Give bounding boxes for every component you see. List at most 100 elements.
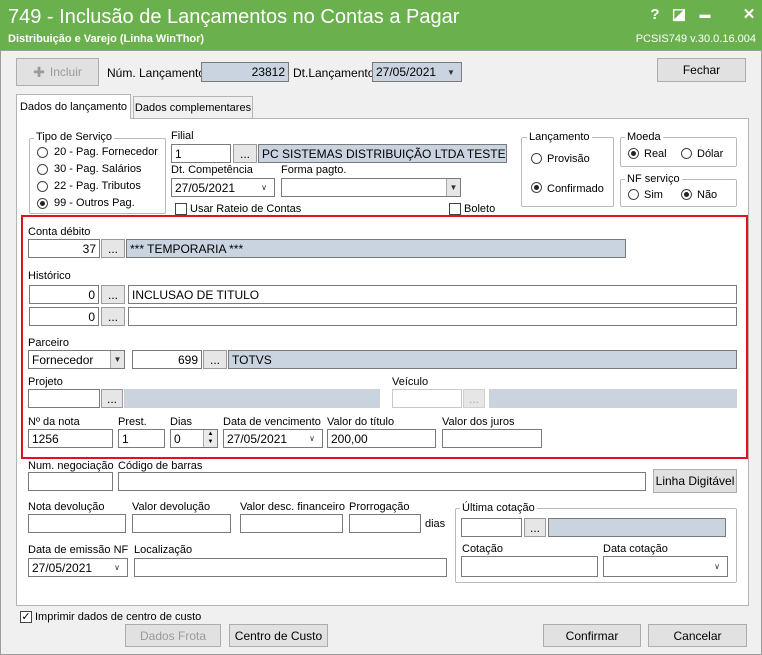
version-label: PCSIS749 v.30.0.16.004 — [635, 33, 756, 45]
parceiro-code-input[interactable]: 699 — [132, 350, 202, 369]
cotacao-input[interactable] — [461, 556, 598, 577]
projeto-label: Projeto — [28, 376, 63, 388]
provisao-label: Provisão — [547, 153, 590, 165]
imprimir-label: Imprimir dados de centro de custo — [35, 611, 202, 623]
dt-lancamento-value: 27/05/2021 — [376, 65, 437, 79]
tab-dados-complementares[interactable]: Dados complementares — [133, 96, 253, 118]
ultima-cotacao-name-field — [548, 518, 726, 537]
veiculo-label: Veículo — [392, 376, 429, 388]
dados-frota-button[interactable]: Dados Frota — [125, 624, 221, 647]
dias-spinner[interactable]: 0 ▲ ▼ — [170, 429, 218, 448]
confirmar-button[interactable]: Confirmar — [543, 624, 641, 647]
conta-debito-name-field: *** TEMPORARIA *** — [126, 239, 626, 258]
codigo-barras-input[interactable] — [118, 472, 646, 491]
data-emissao-input[interactable]: 27/05/2021 ∨ — [28, 558, 128, 577]
valor-devolucao-input[interactable] — [132, 514, 231, 533]
forma-pagto-label: Forma pagto. — [281, 164, 347, 176]
radio-confirmado[interactable] — [531, 182, 542, 193]
historico-lookup-button-1[interactable]: ... — [101, 285, 125, 304]
radio-nf-nao[interactable] — [681, 189, 692, 200]
historico-lookup-button-2[interactable]: ... — [101, 307, 125, 326]
historico-label: Histórico — [28, 270, 71, 282]
boleto-checkbox[interactable] — [449, 203, 461, 215]
data-cotacao-input[interactable]: ∨ — [603, 556, 728, 577]
minimize-icon[interactable]: ▬ — [694, 5, 716, 25]
chevron-down-icon: ▼ — [446, 179, 460, 196]
forma-pagto-select[interactable]: ▼ — [281, 178, 461, 197]
conta-debito-label: Conta débito — [28, 226, 91, 238]
data-emissao-label: Data de emissão NF — [28, 544, 129, 556]
parceiro-type-select[interactable]: Fornecedor ▼ — [28, 350, 125, 369]
cancelar-button[interactable]: Cancelar — [648, 624, 747, 647]
projeto-code-input[interactable] — [28, 389, 100, 408]
radio-tipo-99[interactable] — [37, 198, 48, 209]
nota-devolucao-input[interactable] — [28, 514, 126, 533]
valor-juros-input[interactable] — [442, 429, 542, 448]
imprimir-checkbox[interactable]: ✓ — [20, 611, 32, 623]
veiculo-code-input[interactable] — [392, 389, 462, 408]
prest-label: Prest. — [118, 416, 147, 428]
prest-input[interactable]: 1 — [118, 429, 165, 448]
close-icon[interactable]: ✕ — [738, 5, 760, 25]
tipo-99-label: 99 - Outros Pag. — [54, 197, 135, 209]
dt-competencia-input[interactable]: 27/05/2021 ∨ — [171, 178, 275, 197]
veiculo-lookup-button[interactable]: ... — [463, 389, 485, 408]
nota-devolucao-label: Nota devolução — [28, 501, 105, 513]
tipo-servico-label: Tipo de Serviço — [34, 131, 115, 143]
incluir-button[interactable]: ✚ Incluir — [16, 58, 99, 86]
filial-code-input[interactable]: 1 — [171, 144, 231, 163]
historico-code-input-2[interactable]: 0 — [29, 307, 99, 326]
help-icon[interactable]: ? — [644, 5, 666, 25]
data-emissao-value: 27/05/2021 — [32, 560, 93, 575]
prorrogacao-input[interactable] — [349, 514, 421, 533]
num-negociacao-label: Num. negociação — [28, 460, 114, 472]
valor-titulo-input[interactable]: 200,00 — [327, 429, 436, 448]
historico-code-input-1[interactable]: 0 — [29, 285, 99, 304]
tab-dados-lancamento[interactable]: Dados do lançamento — [16, 94, 131, 119]
parceiro-lookup-button[interactable]: ... — [203, 350, 227, 369]
filial-lookup-button[interactable]: ... — [233, 144, 257, 163]
linha-digitavel-button[interactable]: Linha Digitável — [653, 469, 737, 493]
radio-tipo-30[interactable] — [37, 164, 48, 175]
codigo-barras-label: Código de barras — [118, 460, 203, 472]
dias-suffix-label: dias — [425, 518, 446, 530]
num-lancamento-label: Núm. Lançamento — [107, 66, 206, 80]
filial-name-field: PC SISTEMAS DISTRIBUIÇÃO LTDA TESTE — [258, 144, 507, 163]
radio-dolar[interactable] — [681, 148, 692, 159]
lancamento-group — [521, 137, 614, 207]
fechar-button[interactable]: Fechar — [657, 58, 746, 82]
dt-lancamento-field[interactable]: 27/05/2021 ▼ — [372, 62, 462, 82]
chevron-down-icon: ▼ — [110, 351, 124, 368]
dt-lancamento-label: Dt.Lançamento — [293, 66, 375, 80]
real-label: Real — [644, 148, 667, 160]
ultima-cotacao-lookup-button[interactable]: ... — [524, 518, 546, 537]
conta-debito-code-input[interactable]: 37 — [28, 239, 100, 258]
restore-icon[interactable]: ◪ — [668, 5, 690, 25]
valor-titulo-label: Valor do título — [327, 416, 395, 428]
dolar-label: Dólar — [697, 148, 724, 160]
num-negociacao-input[interactable] — [28, 472, 113, 491]
radio-tipo-22[interactable] — [37, 181, 48, 192]
veiculo-name-field — [489, 389, 737, 408]
radio-nf-sim[interactable] — [628, 189, 639, 200]
vencimento-input[interactable]: 27/05/2021 ∨ — [223, 429, 323, 448]
radio-provisao[interactable] — [531, 153, 542, 164]
plus-icon: ✚ — [33, 63, 45, 80]
conta-debito-lookup-button[interactable]: ... — [101, 239, 125, 258]
nf-nao-label: Não — [697, 189, 718, 201]
valor-desc-input[interactable] — [240, 514, 343, 533]
dt-competencia-value: 27/05/2021 — [175, 180, 236, 195]
projeto-lookup-button[interactable]: ... — [101, 389, 123, 408]
nf-servico-label: NF serviço — [625, 173, 682, 185]
ultima-cotacao-code-input[interactable] — [461, 518, 522, 537]
usar-rateio-checkbox[interactable] — [175, 203, 187, 215]
radio-tipo-20[interactable] — [37, 147, 48, 158]
historico-text-input-1[interactable]: INCLUSAO DE TITULO — [128, 285, 737, 304]
historico-text-input-2[interactable] — [128, 307, 737, 326]
nota-input[interactable]: 1256 — [28, 429, 113, 448]
centro-custo-button[interactable]: Centro de Custo — [229, 624, 328, 647]
nf-sim-label: Sim — [644, 189, 663, 201]
localizacao-input[interactable] — [134, 558, 447, 577]
spinner-arrows-icon[interactable]: ▲ ▼ — [203, 430, 217, 447]
radio-real[interactable] — [628, 148, 639, 159]
